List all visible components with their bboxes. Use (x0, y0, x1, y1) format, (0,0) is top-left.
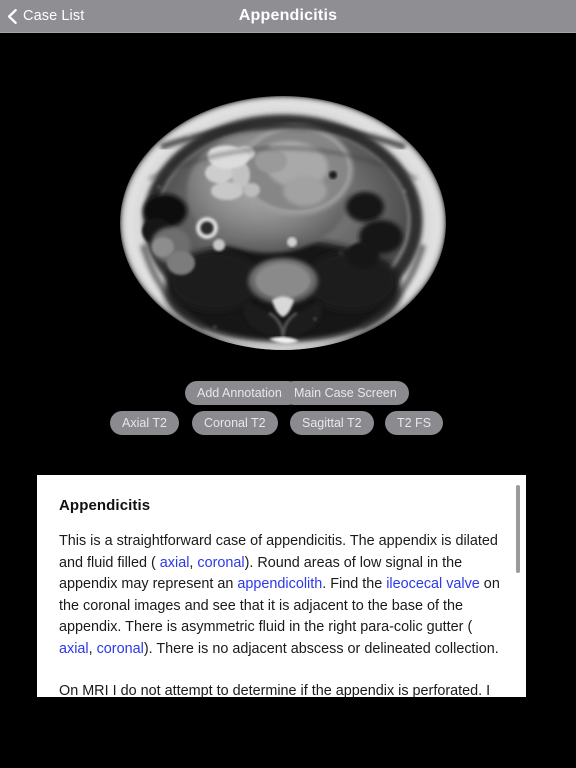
main-case-screen-button[interactable]: Main Case Screen (282, 381, 409, 405)
scrollbar-track[interactable] (516, 479, 523, 693)
coronal-t2-button[interactable]: Coronal T2 (192, 411, 278, 435)
case-paragraph-1: This is a straightforward case of append… (59, 531, 502, 661)
scrollbar-thumb[interactable] (516, 485, 520, 573)
link-coronal-1[interactable]: coronal (197, 555, 244, 571)
link-ileocecal-valve[interactable]: ileocecal valve (386, 576, 480, 592)
para1-text-6: , (88, 640, 97, 657)
link-appendicolith[interactable]: appendicolith (237, 576, 322, 592)
image-viewport[interactable]: Add Annotations Main Case Screen Axial T… (0, 33, 576, 460)
t2-fs-button[interactable]: T2 FS (385, 411, 444, 435)
case-description-content: Appendicitis This is a straightforward c… (37, 475, 526, 697)
page-title: Appendicitis (238, 7, 338, 24)
mri-image[interactable] (119, 95, 447, 351)
case-heading: Appendicitis (59, 497, 151, 514)
navigation-bar: Case List Appendicitis (0, 0, 576, 33)
para1-text-4: . Find the (322, 576, 387, 593)
para1-text-7: ). There is no adjacent abscess or delin… (143, 640, 499, 657)
case-description-panel[interactable]: Appendicitis This is a straightforward c… (37, 475, 526, 697)
case-viewer-screen: Case List Appendicitis Add Annotations M… (0, 0, 576, 768)
link-axial-2[interactable]: axial (59, 641, 89, 657)
sagittal-t2-button[interactable]: Sagittal T2 (290, 411, 374, 435)
axial-t2-button[interactable]: Axial T2 (110, 411, 179, 435)
link-coronal-2[interactable]: coronal (97, 641, 144, 657)
case-paragraph-2: On MRI I do not attempt to determine if … (59, 682, 491, 697)
link-axial-1[interactable]: axial (160, 555, 190, 571)
